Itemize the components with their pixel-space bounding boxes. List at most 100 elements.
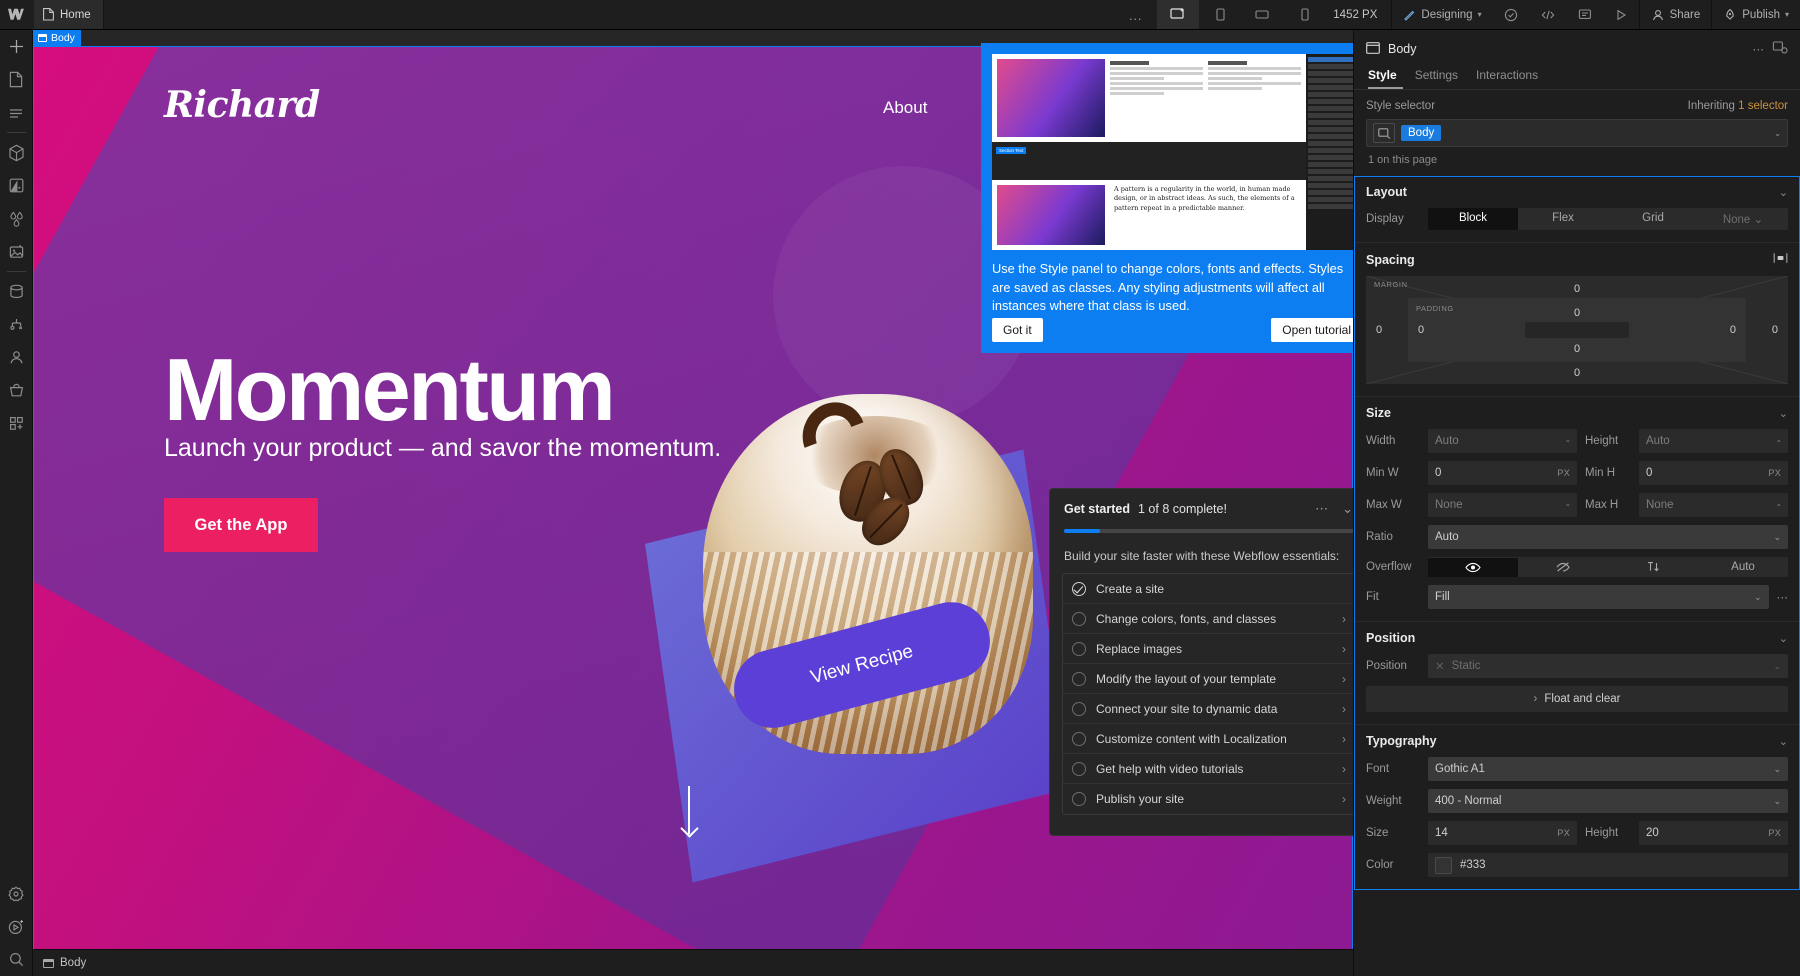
font-size-input[interactable]: 14 PX [1428,821,1577,845]
color-swatch[interactable] [1435,856,1452,874]
display-option-none[interactable]: None ⌄ [1698,208,1788,230]
site-logo[interactable]: Richard [164,84,320,126]
get-started-menu-button[interactable]: ⋯ [1312,501,1331,517]
sidebar-item-video-tutorials[interactable] [0,910,33,943]
section-header[interactable]: Typography ⌄ [1366,734,1788,748]
toolbar-more-button[interactable]: … [1114,0,1157,29]
share-button[interactable]: Share [1638,0,1712,29]
ratio-select[interactable]: Auto ⌄ [1428,525,1788,549]
desktop-breakpoint[interactable] [1157,0,1200,29]
spacing-widget[interactable]: MARGIN PADDING 0 0 0 0 0 0 0 0 [1366,276,1788,384]
selector-chip-body[interactable]: Body [1401,125,1442,141]
nav-link-about[interactable]: About [883,98,927,118]
max-height-input[interactable]: None - [1639,493,1788,517]
min-width-input[interactable]: 0 PX [1428,461,1577,485]
padding-top-value[interactable]: 0 [1574,307,1580,319]
padding-bottom-value[interactable]: 0 [1574,343,1580,355]
tab-interactions[interactable]: Interactions [1476,68,1538,89]
spacing-mode-icon[interactable] [1773,252,1788,267]
hero-subheading[interactable]: Launch your product — and savor the mome… [164,434,721,463]
font-select[interactable]: Gothic A1 ⌄ [1428,757,1788,781]
webflow-logo[interactable] [0,0,34,29]
max-width-input[interactable]: None - [1428,493,1577,517]
section-header[interactable]: Spacing [1366,252,1788,267]
chevron-down-icon[interactable]: ⌄ [1774,129,1781,138]
sidebar-item-cms[interactable] [0,275,33,308]
sidebar-item-style-manager[interactable] [0,169,33,202]
comments-button[interactable] [1567,0,1603,29]
sidebar-item-assets[interactable] [0,235,33,268]
section-header[interactable]: Layout ⌄ [1366,185,1788,199]
sidebar-item-pages[interactable] [0,63,33,96]
display-option-block[interactable]: Block [1428,208,1518,230]
overflow-auto-option[interactable]: Auto [1698,557,1788,577]
overflow-hidden-option[interactable] [1518,557,1608,577]
position-select[interactable]: ✕ Static ⌄ [1428,654,1788,678]
chevron-down-icon[interactable]: ⌄ [1339,501,1353,517]
margin-left-value[interactable]: 0 [1376,324,1382,336]
list-item[interactable]: Customize content with Localization › [1063,724,1353,754]
chevron-down-icon[interactable]: ⌄ [1779,735,1788,748]
fit-select[interactable]: Fill ⌄ [1428,585,1769,609]
hero-cta-button[interactable]: Get the App [164,498,318,552]
sidebar-item-users[interactable] [0,341,33,374]
display-option-grid[interactable]: Grid [1608,208,1698,230]
display-option-flex[interactable]: Flex [1518,208,1608,230]
overflow-scroll-option[interactable] [1608,557,1698,577]
list-item[interactable]: Change colors, fonts, and classes › [1063,604,1353,634]
fit-more-button[interactable]: ⋯ [1777,590,1789,604]
code-button[interactable] [1529,0,1567,29]
overflow-visible-option[interactable] [1428,557,1518,577]
hero-heading[interactable]: Momentum [164,346,616,434]
padding-right-value[interactable]: 0 [1730,324,1736,336]
mode-selector[interactable]: Designing ▾ [1391,0,1492,29]
sidebar-item-ecommerce[interactable] [0,374,33,407]
sidebar-item-navigator[interactable] [0,96,33,129]
style-panel-menu-button[interactable]: ⋯ [1753,42,1765,56]
tab-settings[interactable]: Settings [1415,68,1458,89]
tab-style[interactable]: Style [1368,68,1397,89]
got-it-button[interactable]: Got it [992,318,1043,342]
padding-left-value[interactable]: 0 [1418,324,1424,336]
sidebar-item-components[interactable] [0,136,33,169]
style-selector-field[interactable]: Body ⌄ [1366,119,1788,147]
sidebar-item-search[interactable] [0,943,33,976]
list-item[interactable]: Modify the layout of your template › [1063,664,1353,694]
sidebar-item-variables[interactable] [0,202,33,235]
list-item[interactable]: Publish your site › [1063,784,1353,814]
line-height-input[interactable]: 20 PX [1639,821,1788,845]
sidebar-item-apps[interactable] [0,407,33,440]
sidebar-item-settings[interactable] [0,877,33,910]
list-item[interactable]: Connect your site to dynamic data › [1063,694,1353,724]
element-state-icon[interactable] [1373,123,1395,143]
margin-right-value[interactable]: 0 [1772,324,1778,336]
chevron-down-icon[interactable]: ⌄ [1779,186,1788,199]
min-height-input[interactable]: 0 PX [1639,461,1788,485]
mobile-portrait-breakpoint[interactable] [1283,0,1325,29]
element-settings-icon[interactable] [1772,40,1788,58]
mobile-landscape-breakpoint[interactable] [1241,0,1283,29]
list-item[interactable]: Get help with video tutorials › [1063,754,1353,784]
margin-top-value[interactable]: 0 [1574,283,1580,295]
list-item[interactable]: Replace images › [1063,634,1353,664]
audit-button[interactable] [1493,0,1529,29]
sidebar-item-logic[interactable] [0,308,33,341]
height-input[interactable]: Auto - [1639,429,1788,453]
section-header[interactable]: Size ⌄ [1366,406,1788,420]
chevron-down-icon[interactable]: ⌄ [1779,632,1788,645]
publish-button[interactable]: Publish ▾ [1711,0,1800,29]
tablet-breakpoint[interactable] [1199,0,1241,29]
breadcrumb[interactable]: Body [43,957,86,969]
float-and-clear-toggle[interactable]: › Float and clear [1366,686,1788,712]
weight-select[interactable]: 400 - Normal ⌄ [1428,789,1788,813]
section-header[interactable]: Position ⌄ [1366,631,1788,645]
page-selector[interactable]: Home [34,0,104,29]
list-item[interactable]: Create a site [1063,574,1353,604]
body-element-badge[interactable]: Body [33,30,81,46]
sidebar-item-add-elements[interactable] [0,30,33,63]
color-input[interactable]: #333 [1428,853,1788,877]
preview-button[interactable] [1603,0,1639,29]
design-canvas[interactable]: Richard About Momentum Launch your produ… [33,30,1353,976]
width-input[interactable]: Auto - [1428,429,1577,453]
chevron-down-icon[interactable]: ⌄ [1779,407,1788,420]
